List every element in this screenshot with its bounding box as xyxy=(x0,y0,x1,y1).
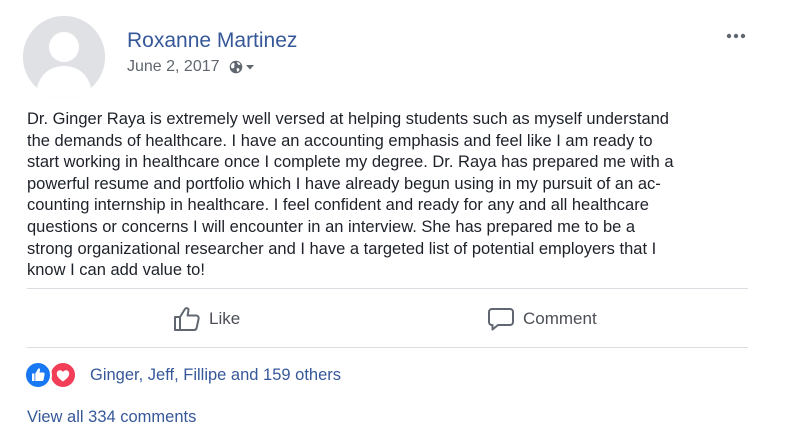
post-text-line: counting internship in healthcare. I fee… xyxy=(27,196,649,215)
thumbs-up-icon xyxy=(174,307,200,331)
view-all-comments-link[interactable]: View all 334 comments xyxy=(27,408,196,427)
post-text-line: the demands of healthcare. I have an acc… xyxy=(27,131,653,150)
like-label: Like xyxy=(209,309,241,328)
post-text-line: strong organizational researcher and I h… xyxy=(27,239,657,258)
reactions-text[interactable]: Ginger, Jeff, Fillipe and 159 others xyxy=(90,366,341,385)
audience-selector[interactable] xyxy=(229,60,255,74)
divider xyxy=(27,347,748,348)
author-name[interactable]: Roxanne Martinez xyxy=(127,28,297,54)
more-options-button[interactable] xyxy=(723,26,749,46)
post-text-line: Dr. Ginger Raya is extremely well versed… xyxy=(27,110,669,128)
like-reaction-icon xyxy=(24,361,52,389)
avatar[interactable] xyxy=(23,16,105,98)
reactions-summary[interactable]: Ginger, Jeff, Fillipe and 159 others xyxy=(24,361,341,389)
post-text-line: powerful resume and portfolio which I ha… xyxy=(27,174,661,193)
ellipsis-icon xyxy=(726,33,746,39)
post-text-line: questions or concerns I will encounter i… xyxy=(27,217,636,236)
caret-down-icon xyxy=(245,65,254,70)
like-button[interactable]: Like xyxy=(173,304,240,334)
comment-bubble-icon xyxy=(488,308,514,331)
divider xyxy=(27,288,748,289)
reaction-icons xyxy=(24,361,79,389)
post-body: Dr. Ginger Raya is extremely well versed… xyxy=(27,109,745,282)
default-avatar-silhouette-icon xyxy=(23,16,105,98)
post-text-line: start working in healthcare once I compl… xyxy=(27,153,674,172)
post-text-line: know I can add value to! xyxy=(27,261,205,280)
post-date[interactable]: June 2, 2017 xyxy=(127,58,220,76)
comment-label: Comment xyxy=(523,309,597,328)
globe-icon xyxy=(229,60,242,74)
post-meta: June 2, 2017 xyxy=(127,57,255,77)
comment-button[interactable]: Comment xyxy=(487,304,597,334)
love-reaction-icon xyxy=(49,361,77,389)
